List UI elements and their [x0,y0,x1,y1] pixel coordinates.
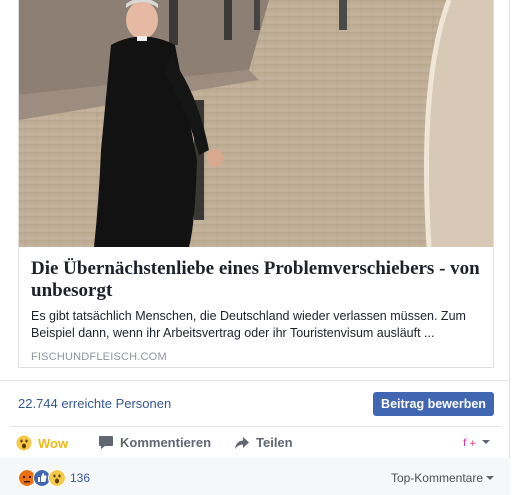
reaction-count[interactable]: 136 [70,471,90,485]
chevron-down-icon [482,440,490,444]
comment-icon [99,436,113,449]
svg-text:+: + [469,439,477,449]
reach-row: 22.744 erreichte Personen Beitrag bewerb… [0,380,510,427]
preview-image[interactable] [19,0,493,247]
comment-label: Kommentieren [120,435,212,450]
post-as-selector[interactable]: f + [462,435,490,449]
chevron-down-icon [486,476,494,480]
comment-sort-dropdown[interactable]: Top-Kommentare [391,471,494,485]
comment-sort-label: Top-Kommentare [390,471,483,485]
share-label: Teilen [256,435,293,450]
people-reached-link[interactable]: 22.744 erreichte Personen [18,396,171,411]
page-avatar-icon: f + [462,435,478,449]
link-preview[interactable]: Die Übernächstenliebe eines Problemversc… [18,0,494,368]
action-row: Wow Kommentieren Teilen f + [10,426,500,460]
reaction-summary-row: 136 Top-Kommentare [0,458,510,495]
reaction-icons[interactable] [18,469,66,487]
post-card: Die Übernächstenliebe eines Problemversc… [0,0,510,495]
wow-icon [48,469,66,487]
boost-post-button[interactable]: Beitrag bewerben [373,392,494,416]
wow-reaction-button[interactable]: Wow [16,435,68,451]
wow-icon [16,435,32,451]
preview-title[interactable]: Die Übernächstenliebe eines Problemversc… [31,258,483,302]
comment-button[interactable]: Kommentieren [98,435,211,450]
preview-description: Es gibt tatsächlich Menschen, die Deutsc… [31,309,466,340]
svg-text:f: f [463,438,467,449]
share-icon [235,436,249,449]
wow-label: Wow [38,435,69,451]
share-button[interactable]: Teilen [234,435,293,450]
preview-domain: FISCHUNDFLEISCH.COM [31,351,167,363]
